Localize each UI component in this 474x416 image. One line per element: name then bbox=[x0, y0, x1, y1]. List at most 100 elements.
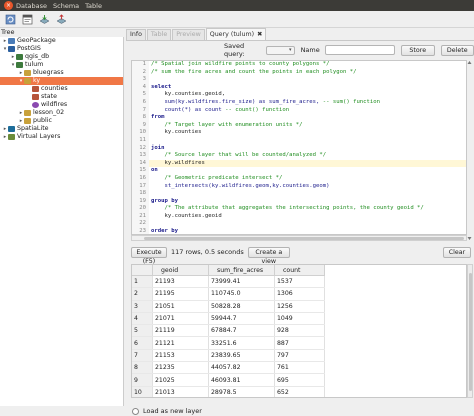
load-layer-checkbox[interactable] bbox=[132, 408, 139, 415]
row-number[interactable]: 8 bbox=[132, 362, 153, 374]
table-cell: 21121 bbox=[153, 337, 209, 349]
saved-query-select[interactable]: ▾ bbox=[266, 46, 294, 55]
refresh-button[interactable] bbox=[5, 14, 16, 25]
execute-button[interactable]: Execute (F5) bbox=[131, 247, 167, 258]
tab-query-label: Query (tulum) bbox=[210, 30, 254, 40]
row-number[interactable]: 7 bbox=[132, 349, 153, 361]
tree-item-bluegrass[interactable]: ▸bluegrass bbox=[0, 69, 123, 77]
main-panel: Info Table Preview Query (tulum) ✖ Saved… bbox=[126, 28, 474, 406]
tree-item-label: state bbox=[41, 93, 57, 101]
scroll-thumb[interactable] bbox=[469, 273, 472, 391]
row-number[interactable]: 1 bbox=[132, 276, 153, 288]
chevron-down-icon: ▾ bbox=[289, 47, 292, 53]
polygon-layer-icon bbox=[32, 94, 39, 100]
close-window-icon[interactable]: × bbox=[4, 1, 13, 10]
table-cell: 797 bbox=[275, 349, 325, 361]
tree-item-state[interactable]: state bbox=[0, 93, 123, 101]
import-layer-button[interactable] bbox=[39, 14, 50, 25]
tree-item-ky[interactable]: ▾ky bbox=[0, 77, 123, 85]
row-number[interactable]: 4 bbox=[132, 312, 153, 324]
code-text: ky.counties.geoid, bbox=[149, 91, 225, 99]
query-name-input[interactable] bbox=[325, 45, 395, 55]
corner-header[interactable] bbox=[132, 265, 153, 276]
table-cell: 46093.81 bbox=[209, 374, 275, 386]
table-row[interactable]: 221195110745.01306 bbox=[132, 288, 325, 300]
editor-horizontal-scrollbar[interactable] bbox=[131, 235, 467, 241]
load-layer-label: Load as new layer bbox=[143, 407, 202, 415]
tab-preview[interactable]: Preview bbox=[172, 29, 205, 40]
db-icon bbox=[16, 62, 23, 68]
table-row[interactable]: 72115323839.65797 bbox=[132, 349, 325, 361]
tree-item-tulum[interactable]: ▾tulum bbox=[0, 61, 123, 69]
code-text: st_intersects(ky.wildfires.geom,ky.count… bbox=[149, 183, 330, 191]
code-line: 4select bbox=[132, 84, 466, 92]
tab-query[interactable]: Query (tulum) ✖ bbox=[206, 28, 267, 40]
table-row[interactable]: 102101328978.5652 bbox=[132, 386, 325, 398]
code-line: 17 st_intersects(ky.wildfires.geom,ky.co… bbox=[132, 183, 466, 191]
row-number[interactable]: 9 bbox=[132, 374, 153, 386]
table-row[interactable]: 62112133251.6887 bbox=[132, 337, 325, 349]
table-row[interactable]: 32105150828.281256 bbox=[132, 300, 325, 312]
table-row[interactable]: 92102546093.81695 bbox=[132, 374, 325, 386]
line-number: 16 bbox=[132, 175, 149, 183]
code-token: select bbox=[151, 84, 171, 90]
export-file-button[interactable] bbox=[56, 14, 67, 25]
row-number[interactable]: 3 bbox=[132, 300, 153, 312]
tree-item-lesson-02[interactable]: ▸lesson_02 bbox=[0, 109, 123, 117]
sql-editor[interactable]: 1/* Spatial join wildfire points to coun… bbox=[131, 60, 467, 235]
tree-item-spatialite[interactable]: ▸SpatiaLite bbox=[0, 125, 123, 133]
code-line: 12join bbox=[132, 145, 466, 153]
tree-item-geopackage[interactable]: ▸GeoPackage bbox=[0, 37, 123, 45]
store-button[interactable]: Store bbox=[401, 45, 435, 56]
close-tab-icon[interactable]: ✖ bbox=[257, 30, 262, 40]
schema-icon bbox=[24, 118, 31, 124]
row-number[interactable]: 5 bbox=[132, 325, 153, 337]
column-header-count[interactable]: count bbox=[275, 265, 325, 276]
code-line: 16 /* Geometric predicate intersect */ bbox=[132, 175, 466, 183]
row-number[interactable]: 6 bbox=[132, 337, 153, 349]
tree-item-counties[interactable]: counties bbox=[0, 85, 123, 93]
tree-item-label: PostGIS bbox=[17, 45, 41, 53]
results-vertical-scrollbar[interactable] bbox=[467, 264, 473, 398]
load-layer-row[interactable]: Load as new layer bbox=[132, 406, 202, 416]
results-table[interactable]: geoidsum_fire_acrescount12119373999.4115… bbox=[131, 264, 467, 398]
table-row[interactable]: 42107159944.71049 bbox=[132, 312, 325, 324]
line-number: 7 bbox=[132, 107, 149, 115]
query-status: 117 rows, 0.5 seconds bbox=[171, 248, 244, 256]
table-row[interactable]: 52111967884.7928 bbox=[132, 325, 325, 337]
row-number[interactable]: 10 bbox=[132, 386, 153, 398]
tab-table[interactable]: Table bbox=[147, 29, 171, 40]
delete-button[interactable]: Delete bbox=[441, 45, 474, 56]
editor-vertical-scrollbar[interactable] bbox=[467, 60, 472, 241]
code-line: 21 ky.counties.geoid bbox=[132, 213, 466, 221]
code-line: 7 count(*) as count -- count() function bbox=[132, 107, 466, 115]
column-header-sum-fire-acres[interactable]: sum_fire_acres bbox=[209, 265, 275, 276]
tree-item-postgis[interactable]: ▾PostGIS bbox=[0, 45, 123, 53]
table-cell: 1256 bbox=[275, 300, 325, 312]
tree-item-label: GeoPackage bbox=[17, 37, 56, 45]
tree-item-wildfires[interactable]: wildfires bbox=[0, 101, 123, 109]
menu-schema[interactable]: Schema bbox=[53, 2, 79, 10]
table-cell: 21025 bbox=[153, 374, 209, 386]
code-line: 11 bbox=[132, 137, 466, 145]
menu-table[interactable]: Table bbox=[85, 2, 102, 10]
table-cell: 21119 bbox=[153, 325, 209, 337]
code-text: from bbox=[149, 114, 164, 122]
database-tree[interactable]: ▸GeoPackage▾PostGIS▸qgis_db▾tulum▸bluegr… bbox=[0, 37, 124, 406]
sql-window-button[interactable] bbox=[22, 14, 33, 25]
tree-item-public[interactable]: ▸public bbox=[0, 117, 123, 125]
tab-info[interactable]: Info bbox=[126, 29, 146, 40]
scroll-thumb[interactable] bbox=[144, 237, 464, 240]
table-cell: 695 bbox=[275, 374, 325, 386]
menu-database[interactable]: Database bbox=[16, 2, 47, 10]
row-number[interactable]: 2 bbox=[132, 288, 153, 300]
code-text: on bbox=[149, 167, 158, 175]
tree-item-qgis-db[interactable]: ▸qgis_db bbox=[0, 53, 123, 61]
table-row[interactable]: 82123544057.82761 bbox=[132, 362, 325, 374]
create-view-button[interactable]: Create a view bbox=[248, 247, 290, 258]
tree-item-virtual-layers[interactable]: ▸Virtual Layers bbox=[0, 133, 123, 141]
table-row[interactable]: 12119373999.411537 bbox=[132, 276, 325, 288]
clear-button[interactable]: Clear bbox=[443, 247, 471, 258]
code-line: 10 ky.counties bbox=[132, 129, 466, 137]
column-header-geoid[interactable]: geoid bbox=[153, 265, 209, 276]
